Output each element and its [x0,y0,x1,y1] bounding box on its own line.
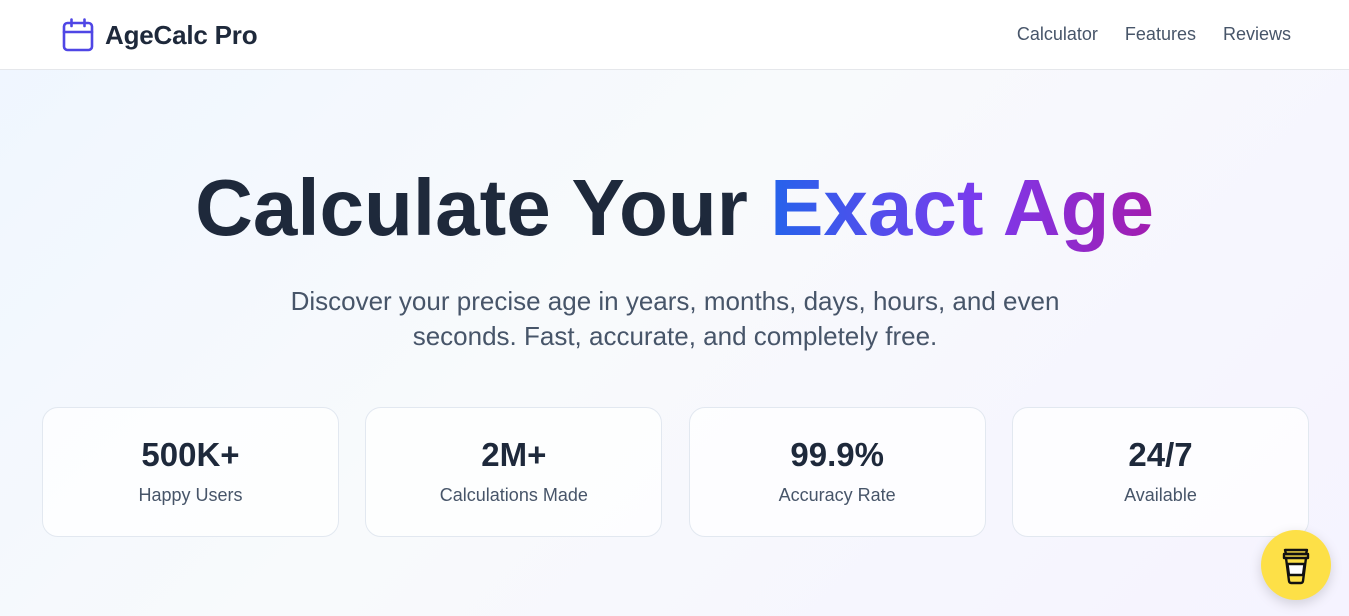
main-nav: Calculator Features Reviews [1017,22,1291,46]
top-navbar: AgeCalc Pro Calculator Features Reviews [0,0,1349,70]
nav-link-features[interactable]: Features [1125,22,1196,46]
hero-subtitle: Discover your precise age in years, mont… [290,286,1060,351]
coffee-cup-icon [1282,548,1310,585]
stat-label: Available [1124,485,1197,505]
stat-card-calculations: 2M+ Calculations Made [365,407,663,537]
stat-card-accuracy: 99.9% Accuracy Rate [688,407,986,537]
stat-value: 24/7 [1128,436,1193,473]
stat-value: 500K+ [141,436,240,473]
hero-title: Calculate Your Exact Age [0,162,1349,254]
hero-title-highlight: Exact Age [770,163,1154,252]
brand-logo-link[interactable]: AgeCalc Pro [62,18,258,52]
stat-card-availability: 24/7 Available [1011,407,1309,537]
buy-me-a-coffee-button[interactable] [1261,530,1331,600]
stat-value: 2M+ [481,436,547,473]
nav-link-reviews[interactable]: Reviews [1223,22,1291,46]
brand-name: AgeCalc Pro [105,19,258,50]
stat-label: Accuracy Rate [778,485,896,505]
hero-title-plain: Calculate Your [195,163,771,252]
calendar-icon [62,18,94,52]
stats-row: 500K+ Happy Users 2M+ Calculations Made … [42,407,1309,537]
stat-value: 99.9% [790,436,884,473]
stat-card-users: 500K+ Happy Users [42,407,339,537]
nav-link-calculator[interactable]: Calculator [1017,22,1098,46]
stat-label: Happy Users [138,485,243,505]
stat-label: Calculations Made [439,485,588,505]
